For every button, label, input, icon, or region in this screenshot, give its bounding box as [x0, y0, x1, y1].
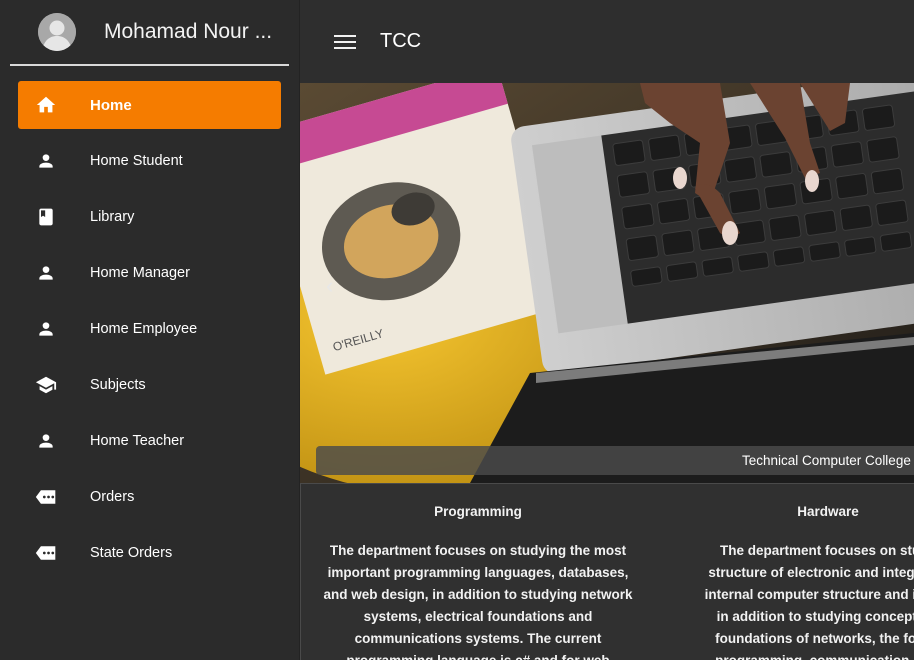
hamburger-menu-icon[interactable]: [334, 33, 356, 51]
card-body-line: programming language is c# and for web: [313, 650, 643, 660]
person-avatar-icon[interactable]: [38, 13, 76, 51]
tag-icon: [35, 486, 57, 508]
sidebar-item-home-manager[interactable]: Home Manager: [18, 249, 281, 297]
person-icon: [35, 262, 57, 284]
sidebar-item-home[interactable]: Home: [18, 81, 281, 129]
user-name: Mohamad Nour ...: [104, 20, 273, 43]
home-icon: [35, 94, 57, 116]
chevron-left-icon[interactable]: ‹: [326, 273, 333, 299]
sidebar-item-label: Subjects: [90, 377, 146, 393]
sidebar-item-label: Home Student: [90, 153, 183, 169]
sidebar-nav: Home Home Student Library Home Manager H…: [0, 81, 299, 577]
department-cards: Programming The department focuses on st…: [300, 483, 914, 660]
card-body-line: The department focuses on studying the m…: [329, 543, 627, 558]
top-app-bar: TCC: [300, 0, 914, 83]
card-body-line: The department focuses on study: [719, 543, 914, 558]
card-body-line: foundations of networks, the found: [715, 631, 914, 646]
sidebar-item-label: State Orders: [90, 545, 173, 561]
card-body-line: internal computer structure and its ma: [704, 587, 914, 602]
sidebar-item-home-teacher[interactable]: Home Teacher: [18, 417, 281, 465]
card-hardware: Hardware The department focuses on study…: [663, 484, 914, 660]
card-body-line: structure of electronic and integrated: [708, 565, 914, 580]
card-programming: Programming The department focuses on st…: [313, 484, 643, 660]
tag-icon: [35, 542, 57, 564]
hero-caption-bar: Technical Computer College: [316, 446, 914, 475]
card-body: The department focuses on studying the m…: [313, 540, 643, 660]
card-body-line: in addition to studying concepts al: [716, 609, 914, 624]
hero-caption: Technical Computer College: [742, 453, 911, 468]
card-body-line: communications systems. The current: [354, 631, 602, 646]
sidebar-item-home-student[interactable]: Home Student: [18, 137, 281, 185]
card-title: Programming: [434, 504, 522, 519]
card-title: Hardware: [797, 504, 859, 519]
card-body-line: systems, electrical foundations and: [363, 609, 593, 624]
sidebar-item-state-orders[interactable]: State Orders: [18, 529, 281, 577]
sidebar-item-library[interactable]: Library: [18, 193, 281, 241]
person-icon: [35, 150, 57, 172]
person-icon: [35, 430, 57, 452]
person-icon: [35, 318, 57, 340]
card-body-line: programming, communication, and: [663, 650, 914, 660]
hero-carousel: O'REILLY ‹ Technical Computer College: [300, 83, 914, 483]
sidebar-item-label: Home: [90, 96, 132, 114]
sidebar-item-label: Orders: [90, 489, 135, 505]
sidebar: Mohamad Nour ... Home Home Student Libra…: [0, 0, 300, 660]
card-body-line: important programming languages, databas…: [327, 565, 629, 580]
sidebar-item-label: Home Teacher: [90, 433, 185, 449]
sidebar-item-label: Home Employee: [90, 321, 198, 337]
app-title: TCC: [380, 30, 422, 52]
hero-image: O'REILLY: [300, 83, 914, 483]
book-icon: [35, 206, 57, 228]
sidebar-item-label: Library: [90, 209, 135, 225]
card-body-line: and web design, in addition to studying …: [323, 587, 633, 602]
profile-header: Mohamad Nour ...: [10, 0, 289, 66]
sidebar-item-label: Home Manager: [90, 265, 190, 281]
school-icon: [35, 374, 57, 396]
sidebar-item-home-employee[interactable]: Home Employee: [18, 305, 281, 353]
card-body: The department focuses on study structur…: [663, 540, 914, 660]
sidebar-item-subjects[interactable]: Subjects: [18, 361, 281, 409]
sidebar-item-orders[interactable]: Orders: [18, 473, 281, 521]
